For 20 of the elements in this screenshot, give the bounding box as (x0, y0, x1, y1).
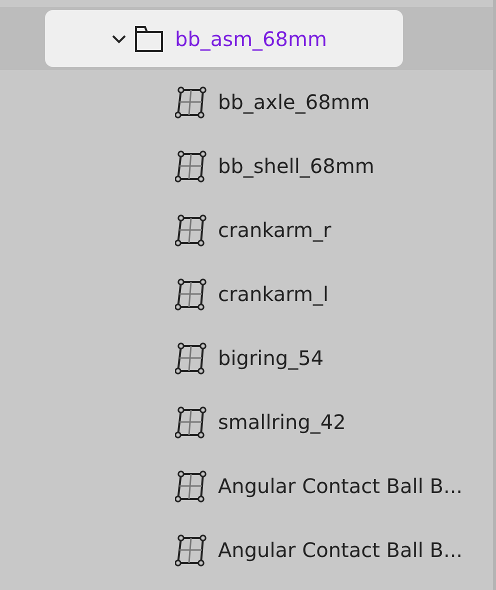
sketch-icon (175, 86, 208, 118)
part-label[interactable]: Angular Contact Ball B... (218, 538, 463, 562)
folder-icon (135, 26, 163, 52)
sketch-icon (175, 406, 208, 438)
sketch-icon (175, 534, 208, 566)
part-label[interactable]: bb_shell_68mm (218, 154, 374, 178)
chevron-icon[interactable] (111, 34, 127, 44)
part-label[interactable]: crankarm_r (218, 218, 332, 242)
part-label[interactable]: smallring_42 (218, 410, 346, 434)
sketch-icon (175, 470, 208, 502)
folder-label: bb_asm_68mm (175, 26, 327, 50)
folder-row[interactable]: bb_asm_68mm (45, 10, 403, 67)
sketch-icon (175, 342, 208, 374)
sketch-icon (175, 214, 208, 246)
part-label[interactable]: bb_axle_68mm (218, 90, 370, 114)
part-label[interactable]: Angular Contact Ball B... (218, 474, 463, 498)
sketch-icon (175, 278, 208, 310)
sketch-icon (175, 150, 208, 182)
part-label[interactable]: bigring_54 (218, 346, 324, 370)
part-label[interactable]: crankarm_l (218, 282, 329, 306)
